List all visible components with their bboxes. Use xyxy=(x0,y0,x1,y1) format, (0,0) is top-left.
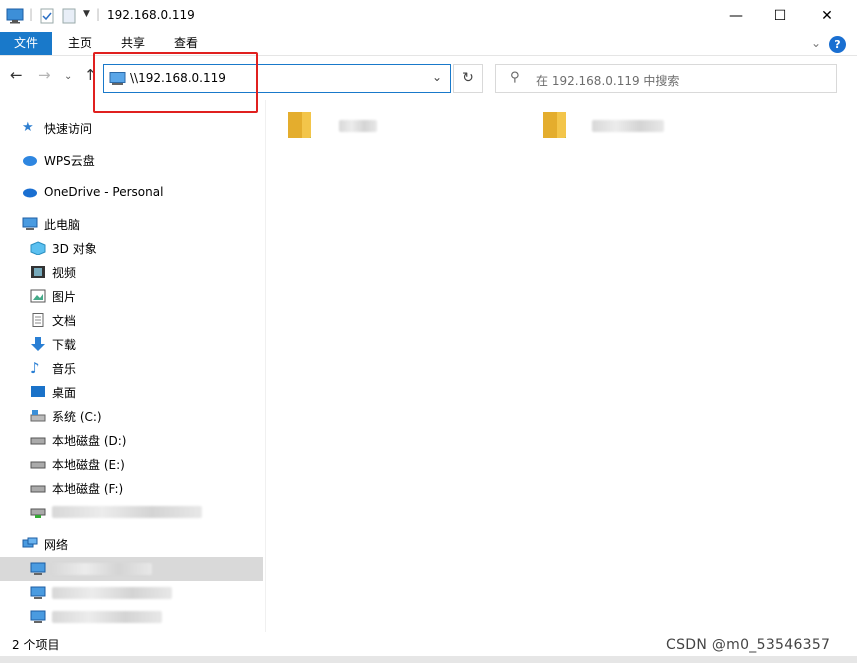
red-annotation-box xyxy=(93,52,258,113)
hard-drive-icon xyxy=(30,485,46,493)
search-input[interactable]: 在 192.168.0.119 中搜索 xyxy=(536,72,679,89)
computer-icon xyxy=(30,586,46,599)
close-icon: ✕ xyxy=(821,8,833,24)
desktop-icon xyxy=(31,386,45,397)
redacted-label xyxy=(52,611,162,623)
hard-drive-icon xyxy=(30,437,46,445)
cloud-icon xyxy=(23,156,37,166)
properties-icon[interactable] xyxy=(40,8,54,24)
redacted-label xyxy=(52,506,202,518)
watermark-text: CSDN @m0_53546357 xyxy=(666,637,831,653)
nav-onedrive[interactable]: OneDrive - Personal xyxy=(22,181,163,203)
nav-drive-f[interactable]: 本地磁盘 (F:) xyxy=(30,477,123,499)
nav-drive-d[interactable]: 本地磁盘 (D:) xyxy=(30,429,126,451)
separator: | xyxy=(96,7,101,21)
nav-network-drive[interactable] xyxy=(30,501,202,523)
nav-wps-cloud[interactable]: WPS云盘 xyxy=(22,149,95,171)
minimize-icon: — xyxy=(729,8,743,24)
shared-folder-item[interactable] xyxy=(540,108,670,156)
quick-access-toolbar-dropdown-icon[interactable]: ▼ xyxy=(83,9,90,19)
redacted-label xyxy=(52,587,172,599)
maximize-button[interactable]: ☐ xyxy=(757,0,803,32)
nav-network-computer-2[interactable] xyxy=(30,582,172,604)
video-film-icon xyxy=(31,266,45,278)
onedrive-cloud-icon xyxy=(23,188,37,198)
computer-icon xyxy=(30,562,46,575)
title-bar: | ▼ | 192.168.0.119 — ☐ ✕ xyxy=(0,0,857,32)
network-drive-icon xyxy=(30,508,46,518)
network-icon xyxy=(22,537,38,548)
nav-pictures[interactable]: 图片 xyxy=(30,285,76,307)
recent-locations-chevron-icon[interactable]: ⌄ xyxy=(64,71,72,82)
nav-drive-e[interactable]: 本地磁盘 (E:) xyxy=(30,453,125,475)
computer-icon xyxy=(6,8,24,24)
redacted-folder-name xyxy=(339,120,377,132)
document-icon xyxy=(32,313,44,327)
minimize-button[interactable]: — xyxy=(713,0,759,32)
new-folder-icon[interactable] xyxy=(62,8,76,24)
nav-desktop[interactable]: 桌面 xyxy=(30,381,76,403)
shared-folder-icon xyxy=(543,112,566,138)
close-button[interactable]: ✕ xyxy=(804,0,850,32)
system-drive-icon xyxy=(30,410,46,422)
shared-folder-item[interactable] xyxy=(285,108,395,156)
refresh-button[interactable]: ↻ xyxy=(453,64,483,93)
refresh-icon: ↻ xyxy=(462,70,474,86)
nav-3d-objects[interactable]: 3D 对象 xyxy=(30,237,97,259)
nav-videos[interactable]: 视频 xyxy=(30,261,76,283)
ribbon-expand-chevron-icon[interactable]: ⌄ xyxy=(811,36,821,50)
redacted-folder-name xyxy=(592,120,664,132)
nav-documents[interactable]: 文档 xyxy=(30,309,76,331)
nav-downloads[interactable]: 下载 xyxy=(30,333,76,355)
status-item-count: 2 个项目 xyxy=(12,638,60,652)
pane-divider[interactable] xyxy=(265,100,266,632)
back-arrow-icon[interactable]: ← xyxy=(10,66,23,84)
redacted-label xyxy=(52,563,152,575)
nav-quick-access[interactable]: ★ 快速访问 xyxy=(22,117,92,139)
shared-folder-icon xyxy=(288,112,311,138)
window-bottom-edge xyxy=(0,656,857,663)
nav-music[interactable]: ♪ 音乐 xyxy=(30,357,76,379)
nav-drive-c[interactable]: 系统 (C:) xyxy=(30,405,102,427)
window-title: 192.168.0.119 xyxy=(107,8,195,22)
maximize-icon: ☐ xyxy=(773,8,787,24)
cube-3d-icon xyxy=(30,241,46,255)
computer-icon xyxy=(22,217,38,230)
star-icon: ★ xyxy=(22,120,34,135)
music-note-icon: ♪ xyxy=(30,359,40,377)
nav-this-pc[interactable]: 此电脑 xyxy=(22,213,80,235)
separator: | xyxy=(29,7,34,21)
nav-network-computer-3[interactable] xyxy=(30,606,162,628)
forward-arrow-icon[interactable]: → xyxy=(38,66,51,84)
help-icon[interactable]: ? xyxy=(829,36,846,53)
background-window-edge xyxy=(848,125,857,215)
address-dropdown-icon[interactable]: ⌄ xyxy=(432,70,442,84)
nav-network[interactable]: 网络 xyxy=(22,533,68,555)
download-arrow-icon xyxy=(31,337,45,351)
picture-icon xyxy=(30,289,46,303)
nav-network-computer-1[interactable] xyxy=(30,558,152,580)
computer-icon xyxy=(30,610,46,623)
hard-drive-icon xyxy=(30,461,46,469)
search-icon: ⚲ xyxy=(510,70,520,85)
tab-file[interactable]: 文件 xyxy=(0,32,52,55)
search-box[interactable]: ⚲ 在 192.168.0.119 中搜索 xyxy=(495,64,837,93)
